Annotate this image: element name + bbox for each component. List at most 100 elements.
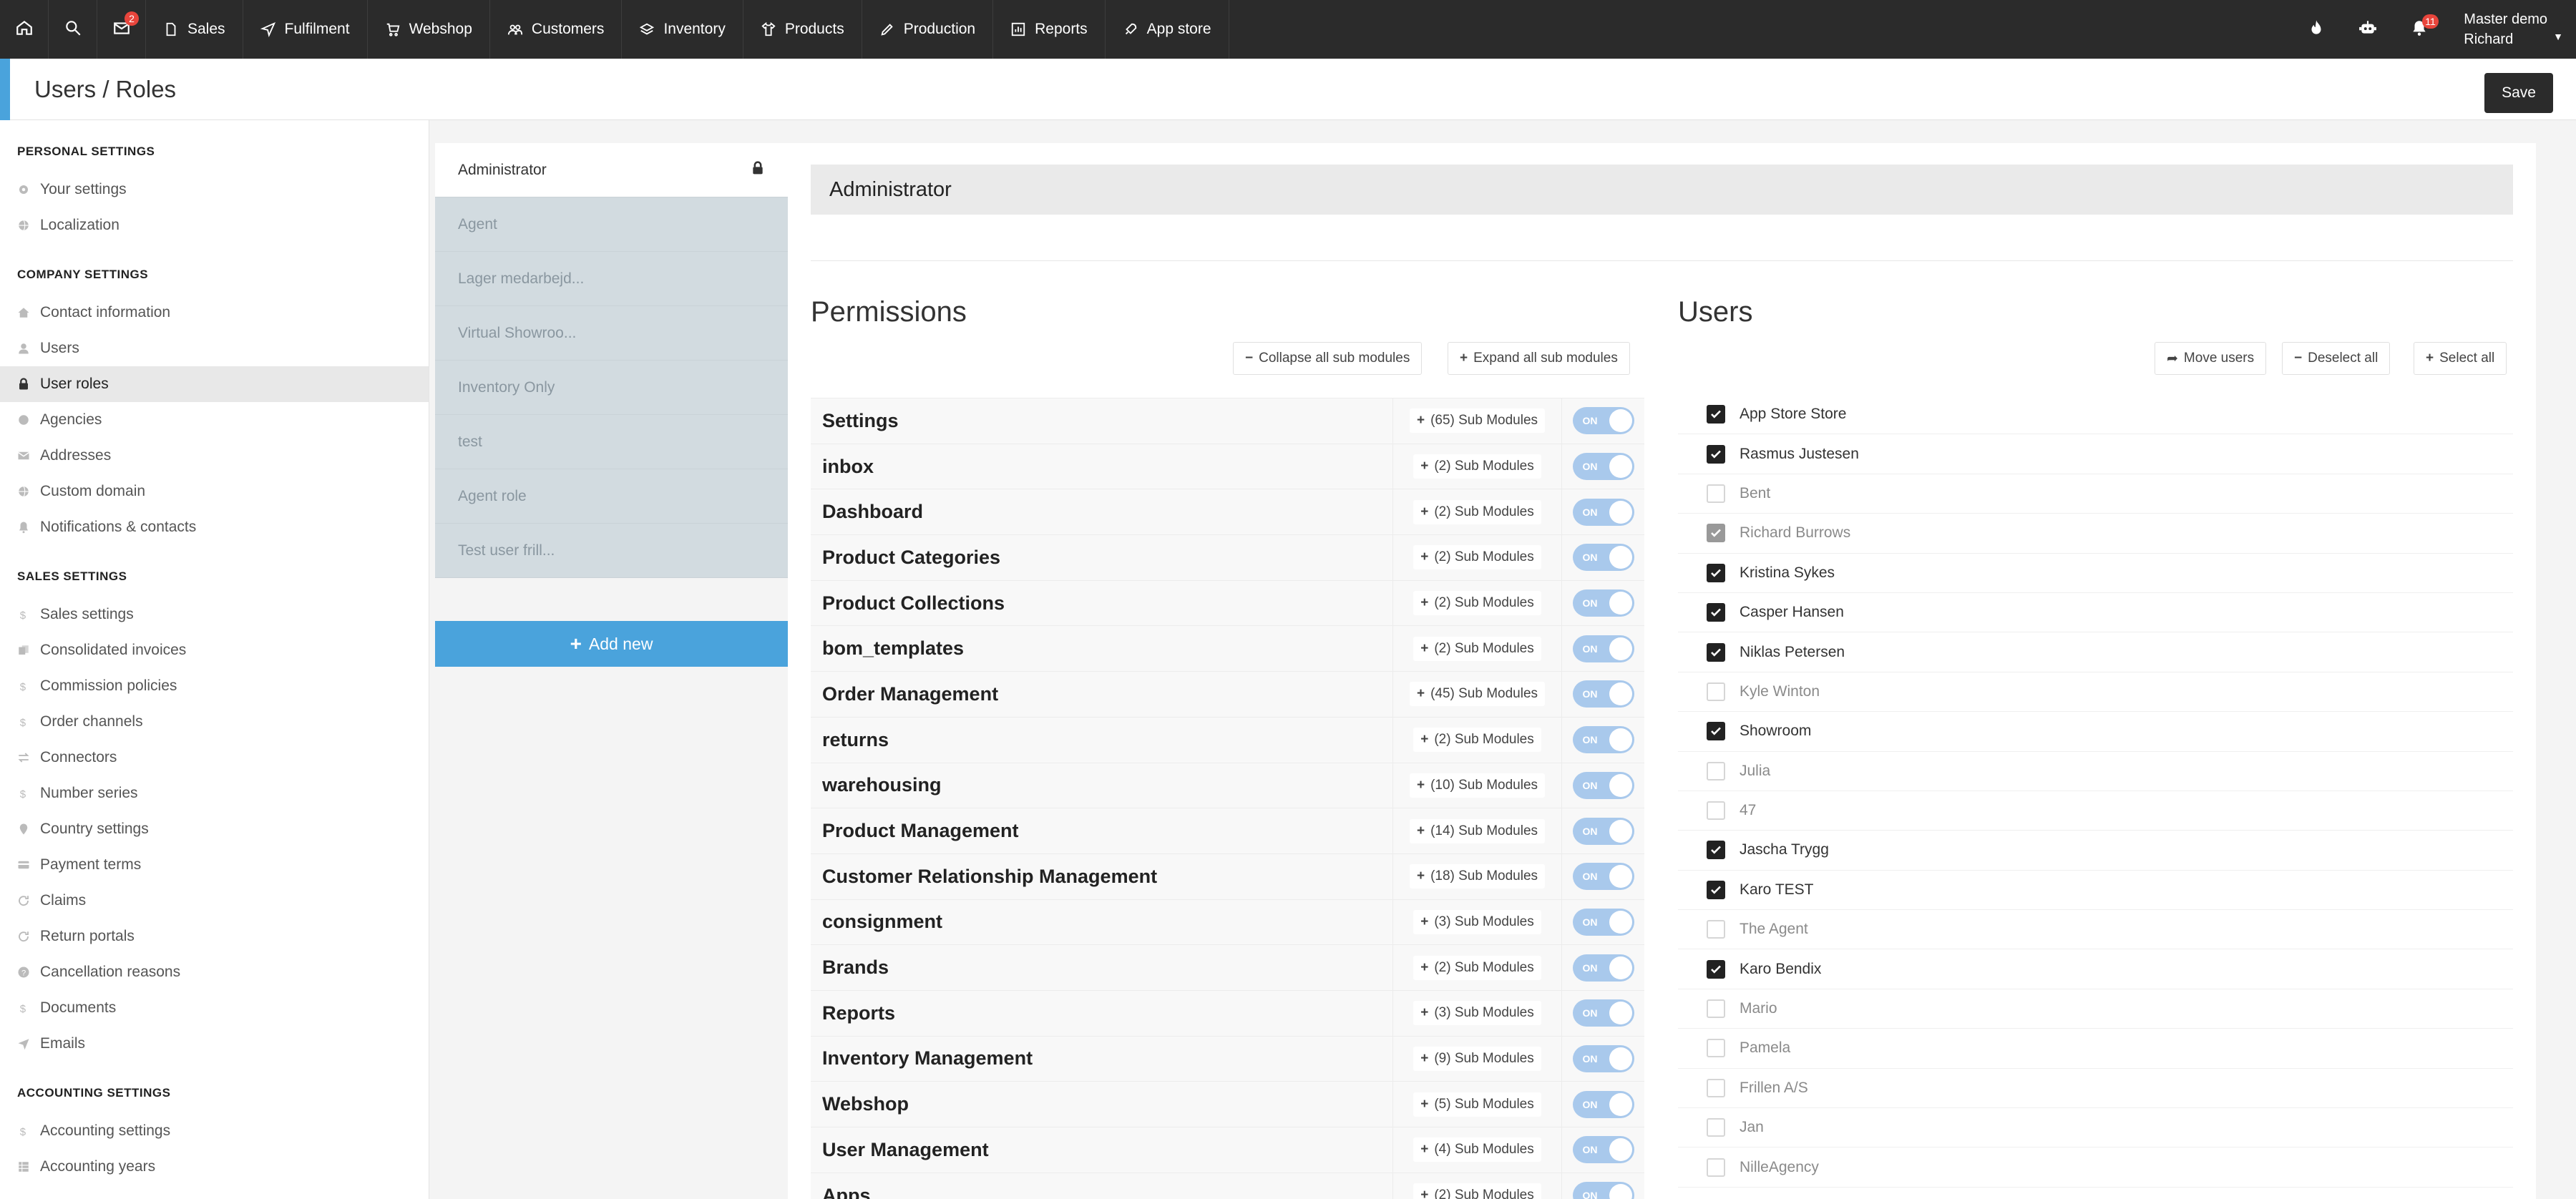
sidebar-item-emails[interactable]: Emails — [0, 1026, 429, 1062]
user-checkbox[interactable] — [1707, 801, 1725, 821]
role-item[interactable]: Virtual Showroo... — [435, 306, 788, 361]
sidebar-item-country-settings[interactable]: Country settings — [0, 811, 429, 847]
sidebar-item-localization[interactable]: Localization — [0, 207, 429, 243]
permission-toggle[interactable]: ON — [1572, 498, 1634, 526]
inbox-button[interactable]: 2 — [97, 0, 146, 59]
permission-toggle[interactable]: ON — [1572, 1136, 1634, 1164]
user-checkbox[interactable] — [1707, 880, 1725, 899]
expand-sub-modules-button[interactable]: + (2) Sub Modules — [1413, 728, 1541, 753]
expand-sub-modules-button[interactable]: + (2) Sub Modules — [1413, 545, 1541, 570]
permission-toggle[interactable]: ON — [1572, 954, 1634, 982]
permission-toggle[interactable]: ON — [1572, 589, 1634, 617]
nav-item-webshop[interactable]: Webshop — [368, 0, 490, 59]
hot-button[interactable] — [2290, 0, 2342, 59]
sidebar-item-connectors[interactable]: Connectors — [0, 740, 429, 775]
role-item-selected[interactable]: Administrator — [435, 143, 788, 197]
nav-item-sales[interactable]: Sales — [146, 0, 243, 59]
sidebar-item-payment-terms[interactable]: Payment terms — [0, 847, 429, 883]
expand-sub-modules-button[interactable]: + (45) Sub Modules — [1409, 682, 1546, 707]
permission-toggle[interactable]: ON — [1572, 1044, 1634, 1072]
nav-item-reports[interactable]: Reports — [993, 0, 1106, 59]
user-checkbox[interactable] — [1707, 642, 1725, 662]
role-item[interactable]: test — [435, 415, 788, 469]
role-item[interactable]: Test user frill... — [435, 524, 788, 578]
sidebar-item-notifications-contacts[interactable]: Notifications & contacts — [0, 509, 429, 545]
user-checkbox[interactable] — [1707, 1078, 1725, 1097]
move-users-button[interactable]: ➦ Move users — [2155, 342, 2267, 375]
role-item[interactable]: Inventory Only — [435, 361, 788, 415]
user-checkbox[interactable] — [1707, 1039, 1725, 1058]
user-checkbox[interactable] — [1707, 484, 1725, 503]
sidebar-item-your-settings[interactable]: Your settings — [0, 172, 429, 207]
permission-toggle[interactable]: ON — [1572, 544, 1634, 572]
user-checkbox[interactable] — [1707, 841, 1725, 860]
expand-sub-modules-button[interactable]: + (3) Sub Modules — [1413, 909, 1541, 934]
assistant-button[interactable] — [2342, 0, 2394, 59]
permission-toggle[interactable]: ON — [1572, 726, 1634, 754]
sidebar-item-addresses[interactable]: Addresses — [0, 438, 429, 474]
expand-sub-modules-button[interactable]: + (2) Sub Modules — [1413, 454, 1541, 479]
sidebar-item-custom-domain[interactable]: Custom domain — [0, 474, 429, 509]
permission-toggle[interactable]: ON — [1572, 1090, 1634, 1118]
nav-item-production[interactable]: Production — [862, 0, 994, 59]
permission-toggle[interactable]: ON — [1572, 453, 1634, 481]
sidebar-item-order-channels[interactable]: $ Order channels — [0, 704, 429, 740]
expand-sub-modules-button[interactable]: + (4) Sub Modules — [1413, 1137, 1541, 1163]
sidebar-item-consolidated-invoices[interactable]: Consolidated invoices — [0, 632, 429, 668]
expand-sub-modules-button[interactable]: + (10) Sub Modules — [1409, 773, 1546, 798]
sidebar-item-commission-policies[interactable]: $ Commission policies — [0, 668, 429, 704]
user-checkbox[interactable] — [1707, 1158, 1725, 1177]
sidebar-item-documents[interactable]: $ Documents — [0, 990, 429, 1026]
expand-all-button[interactable]: + Expand all sub modules — [1448, 342, 1630, 375]
role-item[interactable]: Lager medarbejd... — [435, 252, 788, 306]
sidebar-item-number-series[interactable]: $ Number series — [0, 775, 429, 811]
user-checkbox[interactable] — [1707, 761, 1725, 780]
role-name-field[interactable]: Administrator — [811, 165, 2513, 215]
sidebar-item-cancellation-reasons[interactable]: ? Cancellation reasons — [0, 954, 429, 990]
role-item[interactable]: Agent — [435, 197, 788, 252]
expand-sub-modules-button[interactable]: + (2) Sub Modules — [1413, 955, 1541, 980]
user-checkbox[interactable] — [1707, 920, 1725, 939]
save-button[interactable]: Save — [2484, 73, 2553, 113]
expand-sub-modules-button[interactable]: + (14) Sub Modules — [1409, 818, 1546, 843]
search-button[interactable] — [49, 0, 97, 59]
nav-item-customers[interactable]: Customers — [490, 0, 623, 59]
role-item[interactable]: Agent role — [435, 469, 788, 524]
user-menu[interactable]: Master demo Richard ▼ — [2445, 9, 2576, 49]
expand-sub-modules-button[interactable]: + (3) Sub Modules — [1413, 1001, 1541, 1026]
sidebar-item-contact-information[interactable]: Contact information — [0, 295, 429, 331]
permission-toggle[interactable]: ON — [1572, 908, 1634, 936]
user-checkbox[interactable] — [1707, 603, 1725, 622]
user-checkbox[interactable] — [1707, 722, 1725, 741]
permission-toggle[interactable]: ON — [1572, 635, 1634, 662]
expand-sub-modules-button[interactable]: + (9) Sub Modules — [1413, 1046, 1541, 1071]
user-checkbox[interactable] — [1707, 999, 1725, 1019]
expand-sub-modules-button[interactable]: + (5) Sub Modules — [1413, 1092, 1541, 1117]
expand-sub-modules-button[interactable]: + (2) Sub Modules — [1413, 499, 1541, 524]
sidebar-item-claims[interactable]: Claims — [0, 883, 429, 919]
sidebar-item-sales-settings[interactable]: $ Sales settings — [0, 597, 429, 632]
deselect-all-button[interactable]: − Deselect all — [2282, 342, 2391, 375]
sidebar-item-return-portals[interactable]: Return portals — [0, 919, 429, 954]
collapse-all-button[interactable]: − Collapse all sub modules — [1233, 342, 1423, 375]
permission-toggle[interactable]: ON — [1572, 407, 1634, 435]
expand-sub-modules-button[interactable]: + (2) Sub Modules — [1413, 591, 1541, 616]
nav-item-fulfilment[interactable]: Fulfilment — [243, 0, 368, 59]
select-all-button[interactable]: + Select all — [2414, 342, 2507, 375]
user-checkbox[interactable] — [1707, 1118, 1725, 1137]
nav-item-products[interactable]: Products — [743, 0, 862, 59]
expand-sub-modules-button[interactable]: + (2) Sub Modules — [1413, 636, 1541, 661]
sidebar-item-users[interactable]: Users — [0, 331, 429, 366]
add-new-role-button[interactable]: + Add new — [435, 621, 788, 667]
user-checkbox[interactable] — [1707, 682, 1725, 701]
user-checkbox[interactable] — [1707, 563, 1725, 582]
permission-toggle[interactable]: ON — [1572, 680, 1634, 708]
permission-toggle[interactable]: ON — [1572, 771, 1634, 799]
user-checkbox[interactable] — [1707, 405, 1725, 424]
permission-toggle[interactable]: ON — [1572, 817, 1634, 845]
sidebar-item-user-roles[interactable]: User roles — [0, 366, 429, 402]
permission-toggle[interactable]: ON — [1572, 999, 1634, 1027]
permission-toggle[interactable]: ON — [1572, 863, 1634, 891]
sidebar-item-accounting-settings[interactable]: $ Accounting settings — [0, 1113, 429, 1149]
nav-item-inventory[interactable]: Inventory — [622, 0, 743, 59]
